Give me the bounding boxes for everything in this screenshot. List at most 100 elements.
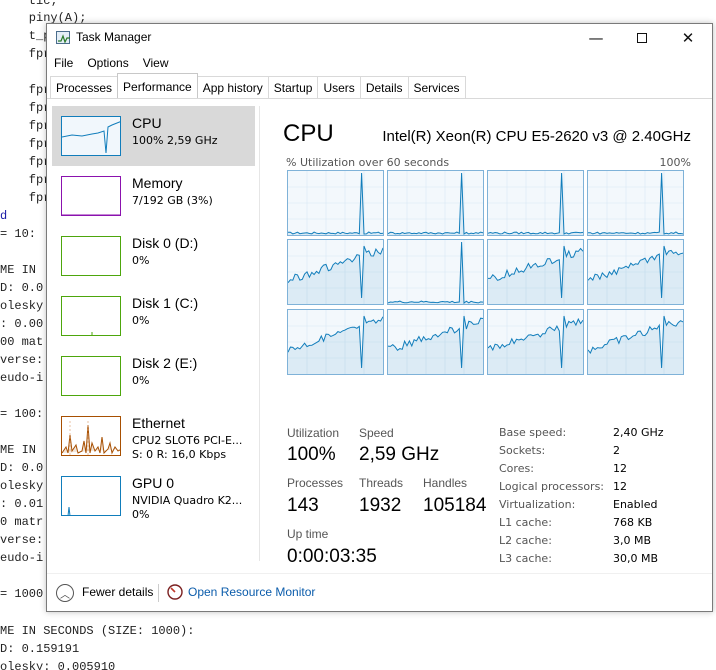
- logical-processor-graph: [587, 170, 684, 236]
- ethernet-thumbnail-graph: [61, 416, 121, 456]
- tab-processes[interactable]: Processes: [50, 76, 119, 98]
- tab-performance[interactable]: Performance: [117, 73, 198, 98]
- processes-label: Processes: [287, 476, 344, 490]
- sidebar-subtitle-2: 0%: [132, 508, 150, 521]
- spec-value: 2: [613, 444, 620, 457]
- chevron-up-icon[interactable]: ︿: [56, 584, 74, 602]
- code-line: = 100:: [0, 407, 44, 421]
- code-line: D: 0.0: [0, 461, 44, 475]
- sidebar-subtitle: CPU2 SLOT6 PCI-E...: [132, 434, 243, 447]
- utilization-graph-max: 100%: [659, 156, 691, 169]
- sidebar-subtitle-2: S: 0 R: 16,0 Kbps: [132, 448, 227, 461]
- resource-monitor-icon[interactable]: [167, 584, 183, 600]
- logical-processor-graph: [487, 239, 584, 305]
- window-title: Task Manager: [76, 30, 152, 44]
- spec-value: Enabled: [613, 498, 658, 511]
- footer-bar: ︿ Fewer details Open Resource Monitor: [47, 573, 712, 611]
- sidebar-subtitle: 7/192 GB (3%): [132, 194, 213, 207]
- title-bar[interactable]: Task Manager — ✕: [47, 24, 712, 52]
- menu-view[interactable]: View: [136, 53, 176, 73]
- sidebar-item-cpu[interactable]: CPU 100% 2,59 GHz: [52, 106, 255, 166]
- speed-label: Speed: [359, 426, 394, 440]
- code-line: olesky: [0, 479, 44, 493]
- cpu-model-name: Intel(R) Xeon(R) CPU E5-2620 v3 @ 2.40GH…: [382, 128, 691, 145]
- code-line: 00 mat: [0, 335, 44, 349]
- utilization-graph-label: % Utilization over 60 seconds: [286, 156, 450, 169]
- tab-users[interactable]: Users: [317, 76, 361, 98]
- code-line: ME IN: [0, 443, 37, 457]
- tab-app-history[interactable]: App history: [196, 76, 269, 98]
- menu-file[interactable]: File: [47, 53, 80, 73]
- resource-sidebar: CPU 100% 2,59 GHz Memory 7/192 GB (3%) D…: [52, 106, 257, 561]
- maximize-icon: [637, 33, 647, 43]
- code-line: d: [0, 209, 8, 223]
- logical-processor-graph: [287, 239, 384, 305]
- code-line: ME IN: [0, 263, 37, 277]
- logical-processor-graph: [387, 239, 484, 305]
- utilization-value: 100%: [287, 444, 336, 465]
- spec-value: 768 KB: [613, 516, 653, 529]
- code-line: = 1000: [0, 587, 44, 601]
- tab-startup[interactable]: Startup: [267, 76, 319, 98]
- code-line: ME IN SECONDS (SIZE: 1000):: [0, 624, 195, 638]
- spec-label: Sockets:: [499, 444, 546, 457]
- gpu-0-thumbnail-graph: [61, 476, 121, 516]
- tab-bar: Processes Performance App history Startu…: [50, 73, 466, 99]
- cpu-detail-pane: CPU Intel(R) Xeon(R) CPU E5-2620 v3 @ 2.…: [283, 106, 703, 567]
- handles-label: Handles: [423, 476, 468, 490]
- menu-options[interactable]: Options: [80, 53, 135, 73]
- logical-processor-graph: [287, 170, 384, 236]
- sidebar-subtitle: NVIDIA Quadro K2...: [132, 494, 243, 507]
- code-line: 0 matr: [0, 515, 44, 529]
- spec-label: Cores:: [499, 462, 534, 475]
- close-button[interactable]: ✕: [665, 24, 711, 52]
- sidebar-title: Ethernet: [132, 415, 185, 431]
- spec-label: L2 cache:: [499, 534, 552, 547]
- sidebar-item-disk-2[interactable]: Disk 2 (E:) 0%: [52, 346, 255, 406]
- spec-value: 2,40 GHz: [613, 426, 664, 439]
- minimize-button[interactable]: —: [573, 24, 619, 52]
- code-line: eudo-i: [0, 371, 44, 385]
- logical-processor-graphs: [287, 170, 687, 380]
- logical-processor-graph: [487, 170, 584, 236]
- cpu-thumbnail-graph: [61, 116, 121, 156]
- fewer-details-link[interactable]: Fewer details: [82, 585, 153, 599]
- logical-processor-graph: [587, 239, 684, 305]
- sidebar-subtitle: 100% 2,59 GHz: [132, 134, 218, 147]
- code-line: verse:: [0, 533, 44, 547]
- logical-processor-graph: [387, 170, 484, 236]
- spec-label: L1 cache:: [499, 516, 552, 529]
- logical-processor-graph: [287, 309, 384, 375]
- code-line: verse:: [0, 353, 44, 367]
- spec-label: L3 cache:: [499, 552, 552, 565]
- tab-details[interactable]: Details: [359, 76, 409, 98]
- close-icon: ✕: [681, 29, 695, 47]
- code-line: : 0.01: [0, 497, 44, 511]
- sidebar-title: CPU: [132, 115, 162, 131]
- sidebar-item-ethernet[interactable]: Ethernet CPU2 SLOT6 PCI-E... S: 0 R: 16,…: [52, 406, 255, 466]
- sidebar-item-disk-1[interactable]: Disk 1 (C:) 0%: [52, 286, 255, 346]
- sidebar-item-gpu-0[interactable]: GPU 0 NVIDIA Quadro K2... 0%: [52, 466, 255, 526]
- sidebar-item-disk-0[interactable]: Disk 0 (D:) 0%: [52, 226, 255, 286]
- sidebar-item-memory[interactable]: Memory 7/192 GB (3%): [52, 166, 255, 226]
- spec-label: Logical processors:: [499, 480, 605, 493]
- disk-1-thumbnail-graph: [61, 296, 121, 336]
- uptime-value: 0:00:03:35: [287, 546, 377, 567]
- code-line: olesky: [0, 299, 44, 313]
- code-line: D: 0.0: [0, 281, 44, 295]
- disk-0-thumbnail-graph: [61, 236, 121, 276]
- task-manager-icon: [56, 31, 70, 44]
- uptime-label: Up time: [287, 527, 329, 541]
- sidebar-subtitle: 0%: [132, 374, 150, 387]
- tab-services[interactable]: Services: [407, 76, 466, 98]
- pane-divider: [259, 106, 260, 561]
- threads-value: 1932: [359, 495, 402, 516]
- threads-label: Threads: [359, 476, 404, 490]
- sidebar-title: Disk 0 (D:): [132, 235, 199, 251]
- menu-bar: File Options View: [47, 53, 176, 73]
- handles-value: 105184: [423, 495, 487, 516]
- open-resource-monitor-link[interactable]: Open Resource Monitor: [188, 585, 315, 599]
- disk-2-thumbnail-graph: [61, 356, 121, 396]
- maximize-button[interactable]: [619, 24, 665, 52]
- code-line: eudo-i: [0, 551, 44, 565]
